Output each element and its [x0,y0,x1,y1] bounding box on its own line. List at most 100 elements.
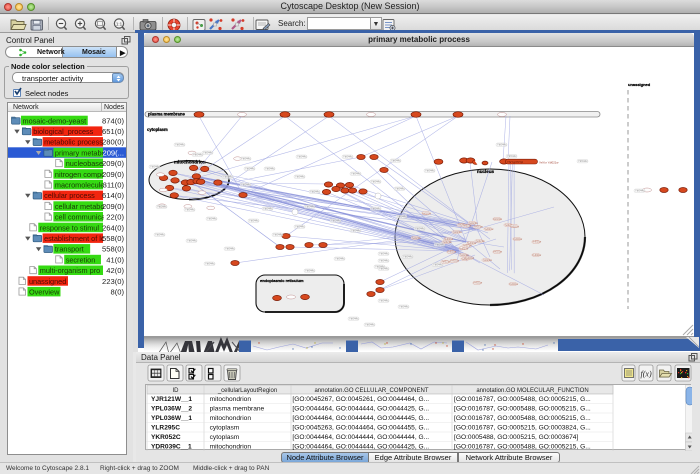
svg-text:f(x): f(x) [641,370,652,379]
svg-text:[GO:0005488, GO:0005215, GO:00: [GO:0005488, GO:0005215, GO:0003674] [454,434,578,441]
svg-text:Ylr044c: Ylr044c [193,153,203,157]
svg-text:Yel021w: Yel021w [444,238,453,241]
svg-text:651(0): 651(0) [102,127,124,136]
svg-text:Ylr044c: Ylr044c [245,167,255,171]
svg-text:mitochondrion: mitochondrion [174,160,206,165]
svg-text:Ylr044c: Ylr044c [155,233,165,237]
svg-text:Ylr044c: Ylr044c [310,190,320,194]
svg-text:Yel021w: Yel021w [442,261,451,264]
svg-text:209(0): 209(0) [102,202,124,211]
svg-text:Ylr044c: Ylr044c [351,172,361,176]
svg-text:Yel021w: Yel021w [447,251,456,254]
svg-text:280(0): 280(0) [102,138,124,147]
svg-text:cytoplasm: cytoplasm [147,127,168,132]
svg-text:Ylr044c: Ylr044c [241,183,251,187]
svg-text:Yel021w: Yel021w [532,254,541,257]
svg-text:[GO:0016787, GO:0005488, GO:00: [GO:0016787, GO:0005488, GO:0005215, G..… [454,415,591,422]
svg-text:Ylr044c: Ylr044c [578,159,588,163]
svg-text:Yel021w: Yel021w [484,228,493,231]
svg-text:Ylr044c: Ylr044c [379,259,389,263]
svg-text:Ylr044c: Ylr044c [331,219,341,223]
svg-text:Ylr044c: Ylr044c [157,205,167,209]
svg-text:Ylr044c: Ylr044c [403,255,413,259]
svg-text:[GO:0044464, GO:0044444, GO:00: [GO:0044464, GO:0044444, GO:0044425, G..… [292,406,429,413]
svg-text:Yel021w: Yel021w [422,212,431,215]
svg-text:Ylr044c: Ylr044c [175,143,185,147]
svg-text:22(0): 22(0) [106,213,124,222]
svg-text:Yel021w: Yel021w [443,241,452,244]
svg-text:_cellularLayoutRegion: _cellularLayoutRegion [217,388,277,394]
svg-text:Ylr044c: Ylr044c [379,267,389,271]
svg-text:cellular process: cellular process [44,191,95,200]
svg-text:plasma membrane: plasma membrane [148,112,185,117]
svg-text:209(0): 209(0) [102,170,124,179]
svg-text:Ylr044c: Ylr044c [507,154,517,158]
svg-text:Ylr044c: Ylr044c [223,175,233,179]
svg-text:Ylr044c: Ylr044c [391,159,401,163]
svg-text:[GO:0016787, GO:0005488, GO:00: [GO:0016787, GO:0005488, GO:0005215, G..… [454,444,591,451]
svg-text:558(0): 558(0) [102,245,124,254]
svg-text:[GO:0016787, GO:0005488, GO:00: [GO:0016787, GO:0005488, GO:0005215, G..… [454,406,591,413]
svg-text:Yel021w: Yel021w [513,238,522,241]
svg-text:[GO:0044464, GO:0044444, GO:00: [GO:0044464, GO:0044444, GO:0044444, G..… [292,434,429,441]
svg-text:annotation.GO CELLULAR_COMPONE: annotation.GO CELLULAR_COMPONENT [314,388,428,394]
svg-text:unassigned: unassigned [29,277,66,286]
svg-text:223(0): 223(0) [102,277,124,286]
svg-text:cytoplasm: cytoplasm [210,434,240,441]
svg-text:Ylr044c: Ylr044c [273,233,283,237]
svg-text:cytoplasm: cytoplasm [210,425,240,432]
svg-text:Ylr044c: Ylr044c [379,252,389,256]
svg-text:Yel021w: Yel021w [510,225,519,228]
svg-text:Ylr044c: Ylr044c [203,151,213,155]
svg-text:Ylr044c: Ylr044c [205,262,215,266]
svg-text:multi-organism pro: multi-organism pro [40,266,100,275]
svg-text:Yel021w: Yel021w [473,282,482,285]
svg-text:Ylr044c: Ylr044c [425,169,435,173]
svg-text:42(0): 42(0) [106,266,124,275]
svg-text:YJR121W__1: YJR121W__1 [151,396,192,403]
svg-text:YKR052C: YKR052C [151,434,181,441]
svg-text:YLR295C: YLR295C [151,425,180,432]
svg-text:Ylr044c: Ylr044c [297,155,307,159]
svg-text:macromolecule: macromolecule [55,181,104,190]
svg-text:Yel021w: Yel021w [412,237,421,240]
svg-text:ID: ID [173,388,180,394]
svg-text:metabolic process: metabolic process [44,138,103,147]
svg-text:Overview: Overview [29,288,60,297]
svg-text:558(0): 558(0) [102,234,124,243]
svg-text:874(0): 874(0) [102,116,124,125]
svg-text:[GO:0016787, GO:0005215, GO:00: [GO:0016787, GO:0005215, GO:0003824, G..… [454,425,591,432]
svg-text:nucleus: nucleus [477,169,495,174]
svg-text:[GO:0044464, GO:0044444, GO:00: [GO:0044464, GO:0044444, GO:0044425, G..… [292,444,429,451]
svg-text:1:1: 1:1 [116,21,123,26]
svg-text:Ylr044c: Ylr044c [225,247,235,251]
svg-text:mitochondrion: mitochondrion [210,396,252,403]
svg-text:Ylr044c: Ylr044c [249,219,259,223]
svg-text:Yel021w: Yel021w [476,240,485,243]
svg-text:Ylr044c: Ylr044c [395,187,405,191]
svg-text:Ylr044c: Ylr044c [187,239,197,243]
svg-text:cell communicat: cell communicat [55,213,107,222]
svg-text:mitochondrion: mitochondrion [210,444,252,451]
svg-text:Ylr044c: Ylr044c [343,155,353,159]
svg-text:Ylr044c: Ylr044c [185,208,195,212]
svg-text:Ylr044c: Ylr044c [371,207,381,211]
svg-text:Yel021w: Yel021w [483,259,492,262]
svg-text:endoplasmic reticulum: endoplasmic reticulum [260,278,304,283]
svg-text:YelYor Ydl021w: YelYor Ydl021w [539,161,559,165]
svg-text:Ylr044c: Ylr044c [371,180,381,184]
svg-text:[GO:0016787, GO:0005488, GO:00: [GO:0016787, GO:0005488, GO:0005215, G..… [454,396,591,403]
svg-text:cellular metabo: cellular metabo [55,202,104,211]
svg-text:[GO:0045263, GO:0044464, GO:00: [GO:0045263, GO:0044464, GO:0044455, G..… [292,425,429,432]
svg-text:Ylr044c: Ylr044c [379,299,389,303]
svg-text:nucleobase-: nucleobase- [66,159,106,168]
svg-text:Ylr044c: Ylr044c [241,157,251,161]
svg-text:Ylr044c: Ylr044c [295,225,305,229]
svg-text:biological_process: biological_process [33,127,93,136]
svg-text:Ylr044c: Ylr044c [207,217,217,221]
svg-text:annotation.GO MOLECULAR_FUNCTI: annotation.GO MOLECULAR_FUNCTION [476,388,588,394]
svg-text:Ylr044c: Ylr044c [150,165,160,169]
svg-text:Ylr044c: Ylr044c [351,229,361,233]
svg-text:Ylr044c: Ylr044c [349,317,359,321]
svg-text:8(0): 8(0) [110,288,124,297]
